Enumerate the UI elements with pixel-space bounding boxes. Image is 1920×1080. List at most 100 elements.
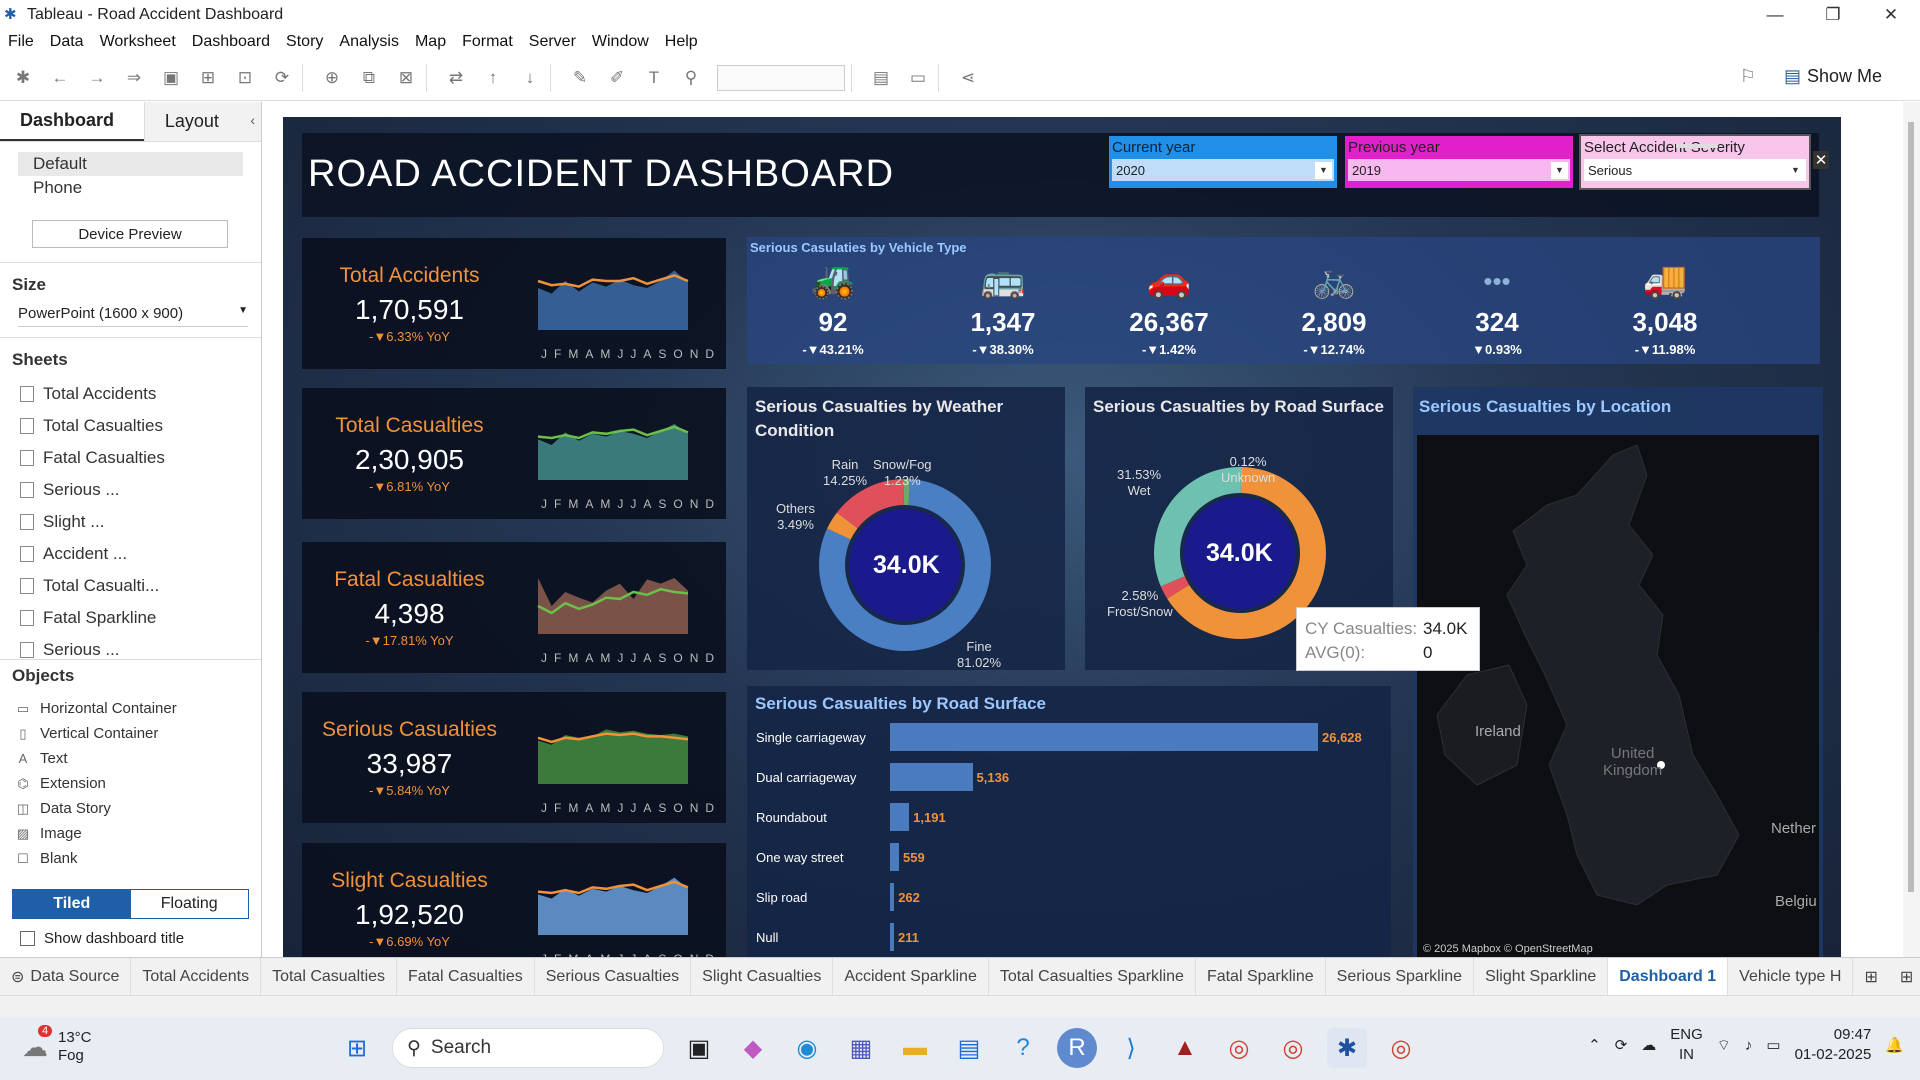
highlight-icon[interactable]: ✎ <box>566 64 594 92</box>
close-filter-icon[interactable]: ✕ <box>1813 151 1829 169</box>
scroll-thumb[interactable] <box>1908 122 1914 892</box>
bar-row[interactable]: One way street 559 <box>747 843 925 871</box>
notification-bell-icon[interactable]: 🔔 <box>1885 1036 1904 1054</box>
object-extension[interactable]: ⌬ Extension <box>12 771 249 796</box>
vehicle-bicycle[interactable]: 🚲 2,809 -▼12.74% <box>1254 259 1414 357</box>
tableau-taskbar-icon[interactable]: ✱ <box>1327 1028 1367 1068</box>
labels-icon[interactable]: T <box>640 64 668 92</box>
fit-dropdown[interactable] <box>717 65 845 91</box>
battery-icon[interactable]: ▭ <box>1766 1036 1780 1054</box>
refresh-icon[interactable]: ⟳ <box>268 64 296 92</box>
taskbar-search[interactable]: ⚲ Search <box>392 1028 664 1068</box>
tab-dashboard[interactable]: Dashboard <box>0 102 144 141</box>
language-indicator[interactable]: ENG IN <box>1670 1025 1703 1065</box>
checkbox[interactable] <box>20 931 35 946</box>
duplicate-icon[interactable]: ⧉ <box>355 64 383 92</box>
r-icon[interactable]: R <box>1057 1028 1097 1068</box>
bar[interactable] <box>890 883 895 911</box>
new-datasource-icon[interactable]: ⊞ <box>194 64 222 92</box>
sort-asc-icon[interactable]: ↑ <box>479 64 507 92</box>
sheet-item[interactable]: Fatal Sparkline <box>12 602 249 634</box>
bar-row[interactable]: Single carriageway 26,628 <box>747 723 1362 751</box>
menu-window[interactable]: Window <box>584 33 657 51</box>
vehicle-bus[interactable]: 🚌 1,347 -▼38.30% <box>923 259 1083 357</box>
tab-sheet[interactable]: Serious Casualties <box>535 957 692 996</box>
group-icon[interactable]: ✐ <box>603 64 631 92</box>
weather-widget[interactable]: ☁ 4 13°C Fog <box>22 1025 92 1065</box>
object-image[interactable]: ▨ Image <box>12 821 249 846</box>
chrome-profile-icon[interactable]: ◎ <box>1273 1028 1313 1068</box>
drag-handle-icon[interactable] <box>1676 144 1718 148</box>
tab-dashboard-1[interactable]: Dashboard 1 <box>1608 957 1729 996</box>
sheet-item[interactable]: Total Casualties <box>12 410 249 442</box>
sheet-item[interactable]: Accident ... <box>12 538 249 570</box>
menu-worksheet[interactable]: Worksheet <box>92 33 184 51</box>
edge-icon[interactable]: ◉ <box>787 1028 827 1068</box>
show-cards-icon[interactable]: ▤ <box>867 64 895 92</box>
bar[interactable] <box>890 723 1318 751</box>
undo-icon[interactable]: ← <box>46 64 74 92</box>
menu-story[interactable]: Story <box>278 33 331 51</box>
teams-icon[interactable]: ▦ <box>841 1028 881 1068</box>
bar-row[interactable]: Null 211 <box>747 923 919 951</box>
vehicle-car[interactable]: 🚗 26,367 -▼1.42% <box>1089 259 1249 357</box>
menu-data[interactable]: Data <box>42 33 92 51</box>
share-icon[interactable]: ⋖ <box>954 64 982 92</box>
show-me-button[interactable]: ⚐ ▤ Show Me <box>1740 66 1882 87</box>
filter-dropdown[interactable]: 2020 ▼ <box>1112 159 1334 181</box>
wifi-icon[interactable]: ⌔ <box>1717 1036 1731 1055</box>
vehicle-van[interactable]: 🚚 3,048 -▼11.98% <box>1585 259 1745 357</box>
previous-year-filter[interactable]: Previous year 2019 ▼ <box>1345 136 1573 188</box>
kpi-serious-casualties[interactable]: Serious Casualties 33,987 -▼5.84% YoY JF… <box>302 692 726 823</box>
sheet-item[interactable]: Serious ... <box>12 474 249 506</box>
task-view-icon[interactable]: ▣ <box>679 1028 719 1068</box>
bar-row[interactable]: Slip road 262 <box>747 883 920 911</box>
tableau-home-icon[interactable]: ✱ <box>9 64 37 92</box>
help-icon[interactable]: ? <box>1003 1028 1043 1068</box>
tab-sheet[interactable]: Accident Sparkline <box>833 957 989 996</box>
new-sheet-icon[interactable]: ⊞ <box>1853 958 1888 996</box>
sort-desc-icon[interactable]: ↓ <box>516 64 544 92</box>
object-vertical-container[interactable]: ▯ Vertical Container <box>12 721 249 746</box>
graduation-icon[interactable]: ▲ <box>1165 1028 1205 1068</box>
collapse-icon[interactable]: ‹ <box>250 112 255 128</box>
restore-button[interactable]: ❐ <box>1804 0 1862 29</box>
sheet-item[interactable]: Fatal Casualties <box>12 442 249 474</box>
tab-layout[interactable]: Layout <box>143 102 261 141</box>
pause-updates-icon[interactable]: ⊡ <box>231 64 259 92</box>
pin-icon[interactable]: ⚲ <box>677 64 705 92</box>
bar[interactable] <box>890 803 910 831</box>
sheet-item[interactable]: Total Accidents <box>12 378 249 410</box>
device-preview-button[interactable]: Device Preview <box>32 220 228 248</box>
bar[interactable] <box>890 763 973 791</box>
menu-dashboard[interactable]: Dashboard <box>184 33 278 51</box>
sheet-item[interactable]: Slight ... <box>12 506 249 538</box>
copilot-icon[interactable]: ◆ <box>733 1028 773 1068</box>
object-text[interactable]: A Text <box>12 746 249 771</box>
replay-icon[interactable]: ⇒ <box>120 64 148 92</box>
kpi-total-casualties[interactable]: Total Casualties 2,30,905 -▼6.81% YoY JF… <box>302 388 726 519</box>
new-dashboard-icon[interactable]: ⊞ <box>1889 958 1920 996</box>
object-data-story[interactable]: ◫ Data Story <box>12 796 249 821</box>
menu-analysis[interactable]: Analysis <box>331 33 407 51</box>
file-explorer-icon[interactable]: ▬ <box>895 1028 935 1068</box>
tab-sheet[interactable]: Vehicle type H <box>1728 957 1854 996</box>
kpi-slight-casualties[interactable]: Slight Casualties 1,92,520 -▼6.69% YoY J… <box>302 843 726 957</box>
chrome-icon[interactable]: ◎ <box>1219 1028 1259 1068</box>
minimize-button[interactable]: — <box>1746 0 1804 29</box>
object-blank[interactable]: ☐ Blank <box>12 846 249 871</box>
vertical-scrollbar[interactable] <box>1903 102 1920 957</box>
tiled-button[interactable]: Tiled <box>13 890 131 918</box>
redo-icon[interactable]: → <box>83 64 111 92</box>
tab-data-source[interactable]: ⊜ Data Source <box>0 957 132 996</box>
clear-icon[interactable]: ⊠ <box>392 64 420 92</box>
presentation-icon[interactable]: ▭ <box>904 64 932 92</box>
tab-sheet[interactable]: Slight Casualties <box>691 957 834 996</box>
menu-format[interactable]: Format <box>454 33 521 51</box>
menu-file[interactable]: File <box>0 33 42 51</box>
tab-sheet[interactable]: Total Casualties Sparkline <box>989 957 1196 996</box>
object-horizontal-container[interactable]: ▭ Horizontal Container <box>12 696 249 721</box>
kpi-fatal-casualties[interactable]: Fatal Casualties 4,398 -▼17.81% YoY JFMA… <box>302 542 726 673</box>
bar-row[interactable]: Roundabout 1,191 <box>747 803 946 831</box>
sheet-item[interactable]: Total Casualti... <box>12 570 249 602</box>
